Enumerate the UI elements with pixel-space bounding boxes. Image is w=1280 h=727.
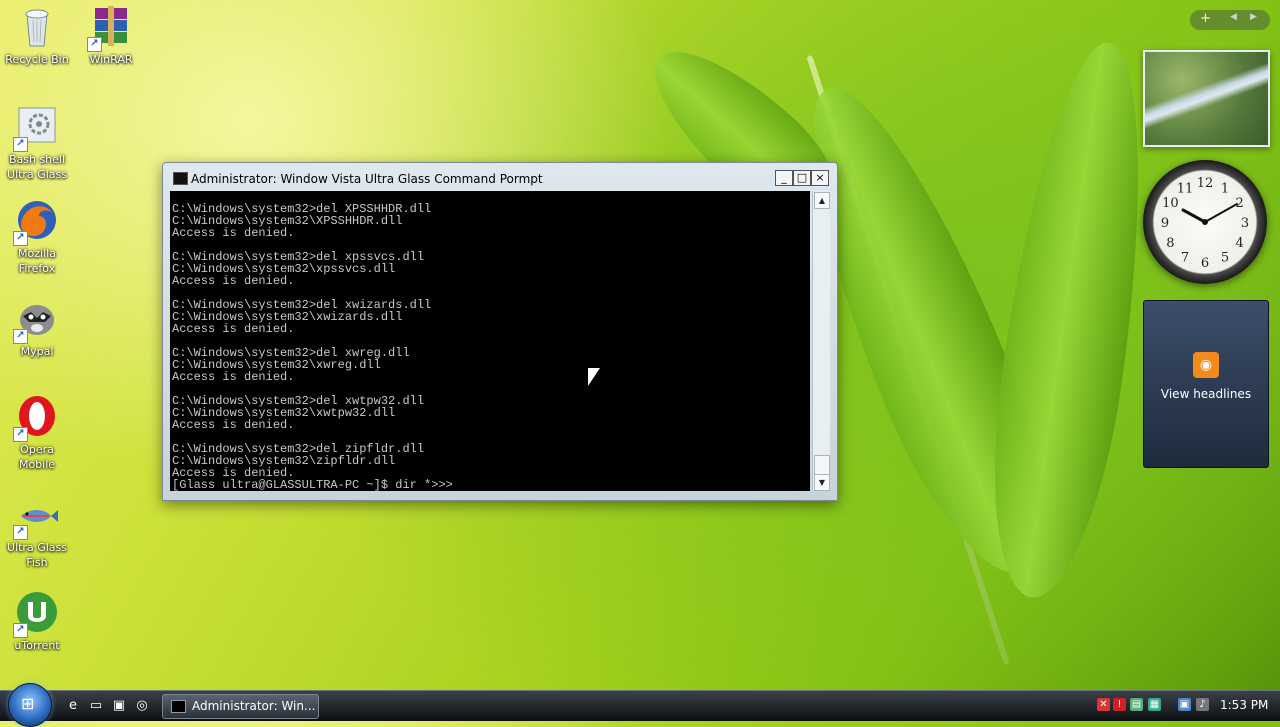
- desktop-icon-label: uTorrent: [14, 639, 60, 652]
- sidebar-controls[interactable]: + ◀ ▶: [1190, 10, 1270, 30]
- console-output[interactable]: C:\Windows\system32>del XPSSHHDR.dll C:\…: [170, 191, 810, 491]
- maximize-button[interactable]: □: [793, 170, 811, 186]
- scrollbar-thumb[interactable]: [814, 455, 830, 475]
- desktop-icon-firefox[interactable]: ↗ Mozilla Firefox: [1, 198, 73, 276]
- shortcut-arrow-icon: ↗: [13, 427, 28, 442]
- clock-number: 4: [1235, 236, 1243, 251]
- clock-number: 12: [1197, 176, 1214, 191]
- clock-number: 10: [1162, 196, 1179, 211]
- desktop-icon-label: Opera: [20, 443, 54, 456]
- desktop-icon-label: Recycle Bin: [5, 53, 69, 66]
- clock-number: 9: [1161, 216, 1169, 231]
- taskbar-item-label: Administrator: Win...: [192, 699, 316, 713]
- start-button[interactable]: ⊞: [8, 683, 52, 727]
- desktop-icon-label: WinRAR: [89, 53, 133, 66]
- shortcut-arrow-icon: ↗: [13, 623, 28, 638]
- command-prompt-window[interactable]: Administrator: Window Vista Ultra Glass …: [162, 162, 838, 501]
- windows-logo-icon: ⊞: [21, 694, 35, 713]
- rss-icon: ◉: [1193, 352, 1219, 378]
- leaf-decoration: [971, 34, 1169, 606]
- shortcut-arrow-icon: ↗: [13, 525, 28, 540]
- window-titlebar[interactable]: Administrator: Window Vista Ultra Glass …: [163, 163, 837, 191]
- taskbar-clock[interactable]: 1:53 PM: [1220, 698, 1268, 712]
- tray-app-icon[interactable]: ▤: [1130, 698, 1143, 711]
- clock-number: 6: [1201, 256, 1209, 271]
- desktop-icon-label: Bash shell: [8, 153, 66, 166]
- desktop-icon-recycle-bin[interactable]: Recycle Bin: [1, 4, 73, 67]
- console-icon: [173, 172, 188, 185]
- taskbar-item-command-prompt[interactable]: Administrator: Win...: [162, 694, 319, 719]
- recycle-bin-icon: [15, 4, 59, 48]
- feed-headlines-gadget[interactable]: ◉ View headlines: [1143, 300, 1269, 468]
- tray-network-icon[interactable]: ▣: [1178, 698, 1191, 711]
- mypal-icon: ↗: [13, 296, 59, 344]
- desktop-icon-label: Mozilla: [18, 247, 56, 260]
- clock-gadget[interactable]: 12 1 2 3 4 5 6 7 8 9 10 11: [1143, 160, 1267, 284]
- console-icon: [171, 700, 186, 713]
- utorrent-icon: ↗: [13, 590, 59, 638]
- desktop-icon-label: Ultra Glass: [7, 168, 67, 181]
- quicklaunch-desktop-icon[interactable]: ▭: [88, 698, 104, 714]
- desktop-icon-label: Fish: [26, 556, 48, 569]
- shortcut-arrow-icon: ↗: [87, 37, 102, 52]
- fish-icon: ↗: [13, 492, 59, 540]
- minimize-button[interactable]: _: [775, 170, 793, 186]
- clock-number: 7: [1181, 251, 1189, 266]
- prev-arrow-icon[interactable]: ◀: [1230, 12, 1237, 22]
- shortcut-arrow-icon: ↗: [13, 329, 28, 344]
- mouse-pointer-icon: [588, 368, 600, 386]
- close-button[interactable]: ×: [811, 170, 829, 186]
- desktop-icon-winrar[interactable]: ↗ WinRAR: [75, 4, 147, 67]
- tray-security-icon[interactable]: ✕: [1097, 698, 1110, 711]
- firefox-icon: ↗: [13, 198, 59, 246]
- scroll-down-arrow-icon[interactable]: ▼: [814, 474, 830, 491]
- desktop-icon-mypal[interactable]: ↗ Mypal: [1, 296, 73, 359]
- clock-number: 3: [1241, 216, 1249, 231]
- desktop-icon-utorrent[interactable]: ↗ uTorrent: [1, 590, 73, 653]
- tray-volume-muted-icon[interactable]: ♪: [1196, 698, 1209, 711]
- tray-app-icon[interactable]: ▦: [1148, 698, 1161, 711]
- clock-number: 1: [1221, 181, 1229, 196]
- vertical-scrollbar[interactable]: ▲ ▼: [812, 191, 830, 491]
- quicklaunch-ie-icon[interactable]: e: [65, 698, 81, 714]
- quicklaunch-media-icon[interactable]: ◎: [134, 698, 150, 714]
- clock-number: 8: [1166, 236, 1174, 251]
- next-arrow-icon[interactable]: ▶: [1250, 12, 1257, 22]
- slideshow-gadget[interactable]: [1143, 50, 1270, 147]
- tray-network-warning-icon[interactable]: !: [1113, 698, 1126, 711]
- shortcut-arrow-icon: ↗: [13, 137, 28, 152]
- bash-shell-icon: ↗: [13, 104, 59, 152]
- desktop-icon-label: Mypal: [20, 345, 54, 358]
- desktop-icon-label: Ultra Glass: [7, 541, 67, 554]
- desktop-icon-fish[interactable]: ↗ Ultra Glass Fish: [1, 492, 73, 570]
- clock-number: 5: [1221, 251, 1229, 266]
- add-gadget-button[interactable]: +: [1200, 11, 1211, 26]
- winrar-icon: ↗: [87, 4, 133, 52]
- desktop-icon-label: Mobile: [18, 458, 56, 471]
- desktop-icon-opera[interactable]: ↗ Opera Mobile: [1, 394, 73, 472]
- quicklaunch-window-switch-icon[interactable]: ▣: [111, 698, 127, 714]
- window-title: Administrator: Window Vista Ultra Glass …: [191, 172, 543, 186]
- console-text: C:\Windows\system32>del XPSSHHDR.dll C:\…: [172, 202, 453, 491]
- taskbar: ⊞ e ▭ ▣ ◎ Administrator: Win... ✕ ! ▤ ▦ …: [0, 683, 1280, 727]
- clock-face: 12 1234567891011: [1161, 176, 1249, 271]
- desktop-icon-bash-shell[interactable]: ↗ Bash shell Ultra Glass: [1, 104, 73, 182]
- scroll-up-arrow-icon[interactable]: ▲: [814, 192, 830, 209]
- shortcut-arrow-icon: ↗: [13, 231, 28, 246]
- clock-number: 11: [1177, 181, 1194, 196]
- opera-icon: ↗: [13, 394, 59, 442]
- desktop-icon-label: Firefox: [18, 262, 56, 275]
- view-headlines-link[interactable]: View headlines: [1144, 387, 1268, 401]
